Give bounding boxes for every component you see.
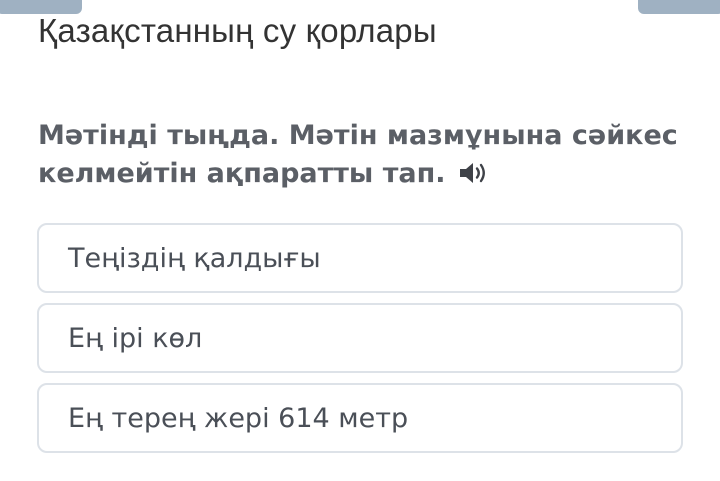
question-text: Мәтінді тыңда. Мәтін мазмұнына сәйкес ке… [38, 117, 678, 193]
answer-options: Теңіздің қалдығы Ең ірі көл Ең терең жер… [37, 223, 683, 463]
question-line-2: келмейтін ақпаратты тап. [38, 158, 446, 189]
answer-option-2[interactable]: Ең ірі көл [37, 303, 683, 373]
page-title: Қазақстанның су қорлары [38, 12, 437, 49]
answer-option-label: Ең ірі көл [68, 322, 203, 354]
answer-option-1[interactable]: Теңіздің қалдығы [37, 223, 683, 293]
question-line-2-wrap: келмейтін ақпаратты тап. [38, 155, 678, 193]
answer-option-label: Ең терең жері 614 метр [68, 402, 409, 434]
speaker-icon[interactable] [458, 159, 492, 185]
answer-option-3[interactable]: Ең терең жері 614 метр [37, 383, 683, 453]
top-right-tab[interactable] [638, 0, 720, 14]
question-line-1: Мәтінді тыңда. Мәтін мазмұнына сәйкес [38, 120, 678, 151]
answer-option-label: Теңіздің қалдығы [68, 242, 321, 274]
